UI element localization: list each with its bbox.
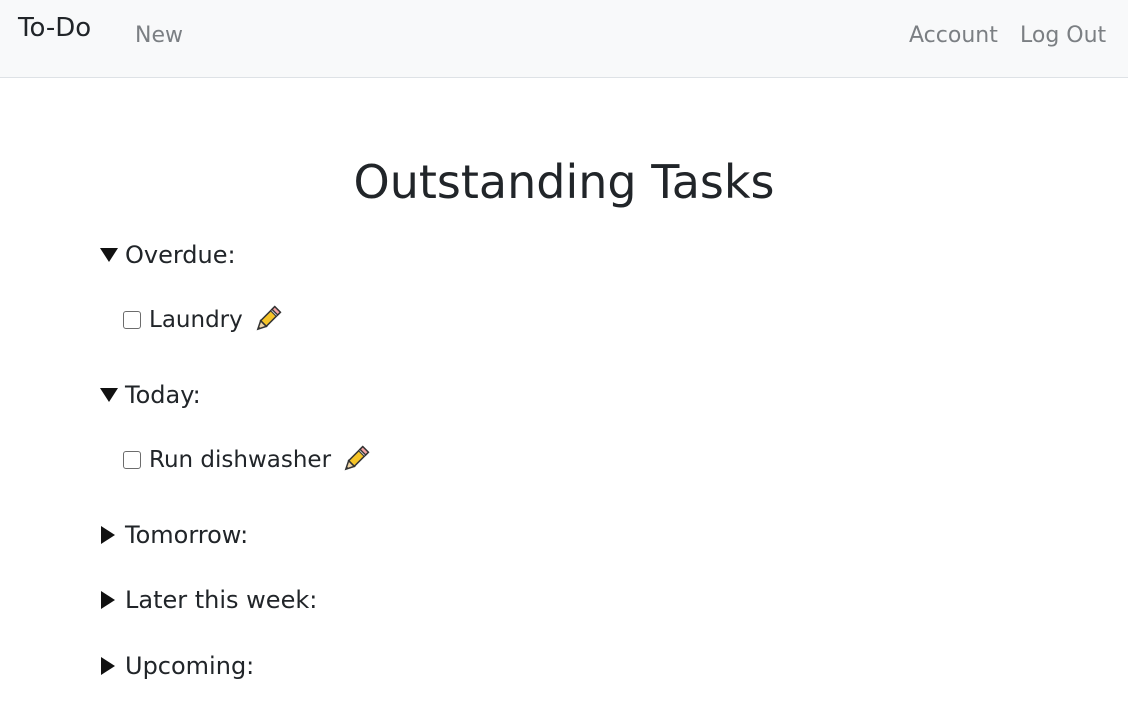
pencil-icon[interactable] [252, 305, 282, 335]
task-item: Laundry [123, 304, 282, 336]
triangle-right-icon [100, 650, 125, 682]
nav-account-link[interactable]: Account [909, 23, 998, 48]
section-overdue: Overdue: Laundry [100, 239, 282, 333]
task-item: Run dishwasher [123, 444, 370, 476]
section-later-this-week-toggle[interactable]: Later this week: [100, 584, 317, 616]
section-label: Upcoming: [125, 652, 255, 680]
section-overdue-toggle[interactable]: Overdue: [100, 239, 236, 271]
task-label: Run dishwasher [149, 447, 332, 473]
nav-new-link[interactable]: New [135, 23, 183, 48]
triangle-down-icon [100, 379, 125, 411]
section-upcoming-toggle[interactable]: Upcoming: [100, 650, 254, 682]
task-label: Laundry [149, 307, 243, 333]
section-label: Later this week: [125, 586, 318, 614]
section-label: Today: [125, 381, 201, 409]
navbar: To-Do New Account Log Out [0, 0, 1128, 78]
brand-link[interactable]: To-Do [18, 13, 91, 43]
section-upcoming: Upcoming: [100, 650, 254, 682]
task-checkbox[interactable] [123, 311, 141, 329]
nav-logout-link[interactable]: Log Out [1020, 23, 1106, 48]
section-label: Tomorrow: [125, 521, 249, 549]
triangle-right-icon [100, 584, 125, 616]
section-today: Today: Run dishwasher [100, 379, 370, 473]
section-tomorrow-toggle[interactable]: Tomorrow: [100, 519, 248, 551]
section-label: Overdue: [125, 241, 236, 269]
section-today-toggle[interactable]: Today: [100, 379, 201, 411]
page-title: Outstanding Tasks [353, 155, 775, 209]
triangle-down-icon [100, 239, 125, 271]
section-tomorrow: Tomorrow: [100, 519, 248, 551]
section-later-this-week: Later this week: [100, 584, 317, 616]
pencil-icon[interactable] [340, 445, 370, 475]
triangle-right-icon [100, 519, 125, 551]
task-checkbox[interactable] [123, 451, 141, 469]
